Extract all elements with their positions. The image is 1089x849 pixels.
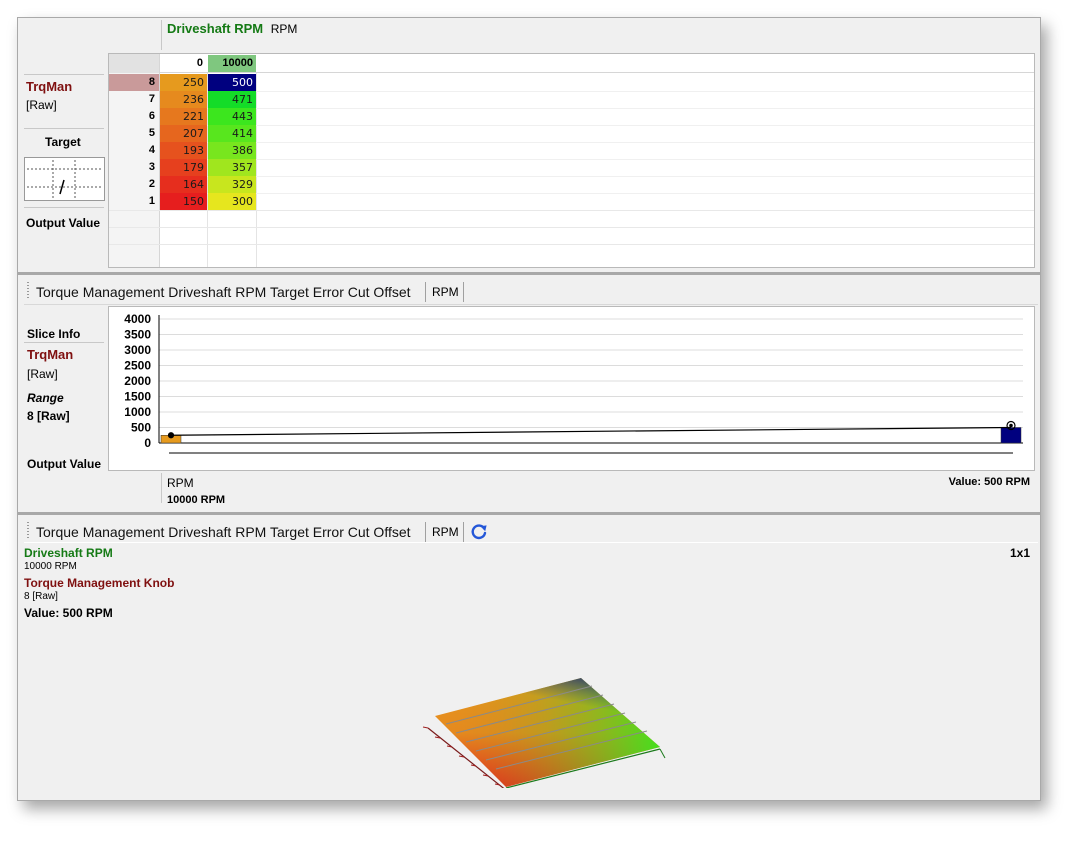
axis1-value: 10000 RPM: [24, 561, 77, 572]
table-cell[interactable]: 443: [208, 108, 256, 125]
table-cell[interactable]: 471: [208, 91, 256, 108]
y-axis-name: TrqMan: [26, 79, 73, 94]
row-header[interactable]: 4: [109, 142, 159, 159]
surface-3d-view[interactable]: [398, 648, 678, 796]
target-crosshair-icon[interactable]: [24, 157, 105, 201]
table-cell[interactable]: 414: [208, 125, 256, 142]
table-cell[interactable]: 250: [160, 74, 207, 91]
panel-title: Torque Management Driveshaft RPM Target …: [36, 524, 411, 540]
axis1-name: Driveshaft RPM: [24, 546, 113, 560]
panel-title: Torque Management Driveshaft RPM Target …: [36, 284, 411, 300]
row-header[interactable]: 7: [109, 91, 159, 108]
row-header[interactable]: 1: [109, 193, 159, 210]
range-label: Range: [27, 391, 64, 405]
drag-grip[interactable]: [27, 522, 29, 540]
y-tick-label: 4000: [124, 312, 151, 326]
application-window: Driveshaft RPM RPM TrqMan [Raw] Target O…: [17, 17, 1041, 801]
x-axis-unit: RPM: [270, 22, 298, 36]
row-header[interactable]: 2: [109, 176, 159, 193]
table-cell[interactable]: 207: [160, 125, 207, 142]
axis2-value: 8 [Raw]: [24, 591, 58, 602]
table-cell[interactable]: 300: [208, 193, 256, 210]
y-tick-label: 2500: [124, 359, 151, 373]
row-header[interactable]: 5: [109, 125, 159, 142]
y-tick-label: 3000: [124, 343, 151, 357]
range-value: 8 [Raw]: [27, 409, 70, 423]
row-header[interactable]: 3: [109, 159, 159, 176]
table-cell[interactable]: 329: [208, 176, 256, 193]
table-cell[interactable]: 236: [160, 91, 207, 108]
y-tick-label: 1500: [124, 390, 151, 404]
row-header[interactable]: 6: [109, 108, 159, 125]
y-tick-label: 1000: [124, 405, 151, 419]
x-axis-name: Driveshaft RPM: [167, 21, 264, 36]
grid-size: 1x1: [1009, 546, 1030, 560]
target-label: Target: [45, 135, 81, 149]
data-point: [167, 432, 175, 439]
table-cell[interactable]: 193: [160, 142, 207, 159]
slice-info-label: Slice Info: [27, 327, 81, 341]
panel-unit: RPM: [432, 285, 459, 299]
table-cell-selected[interactable]: 500: [208, 74, 256, 91]
axis2-name: Torque Management Knob: [24, 576, 175, 590]
x-axis-title: Driveshaft RPM RPM: [167, 21, 297, 36]
table-grid[interactable]: 0 10000 8 250 500 7 236 471 6 221 443 5 …: [108, 53, 1035, 268]
table-cell[interactable]: 386: [208, 142, 256, 159]
panel-unit: RPM: [432, 525, 459, 539]
refresh-icon[interactable]: [469, 522, 489, 542]
value-readout: Value: 500 RPM: [948, 476, 1030, 488]
header-divider: [161, 20, 162, 50]
drag-grip[interactable]: [27, 282, 29, 300]
table-cell[interactable]: 221: [160, 108, 207, 125]
output-value-label: Output Value: [26, 216, 101, 230]
y-tick-label: 2000: [124, 374, 151, 388]
y-tick-label: 500: [131, 421, 151, 435]
output-value-label: Output Value: [27, 457, 102, 471]
table-cell[interactable]: 179: [160, 159, 207, 176]
x-axis-unit: RPM: [167, 476, 194, 490]
x-axis-value: 10000 RPM: [167, 494, 226, 506]
slice-axis-name: TrqMan: [27, 347, 74, 362]
data-point-center: [1009, 423, 1013, 428]
surface-value: Value: 500 RPM: [24, 606, 113, 620]
row-header[interactable]: 8: [109, 74, 159, 91]
y-axis-unit: [Raw]: [26, 98, 57, 112]
y-tick-label: 3500: [124, 328, 151, 342]
series-line: [170, 426, 1012, 436]
slice-axis-unit: [Raw]: [27, 367, 58, 381]
panel-splitter[interactable]: [18, 512, 1040, 515]
panel-splitter[interactable]: [18, 272, 1040, 275]
column-header[interactable]: 0: [160, 54, 207, 73]
table-cell[interactable]: 357: [208, 159, 256, 176]
table-cell[interactable]: 164: [160, 176, 207, 193]
column-header-selected[interactable]: 10000: [208, 55, 256, 72]
line-chart-panel[interactable]: 4000 3500 3000 2500 2000 1500 1000 500 0: [108, 306, 1035, 471]
table-cell[interactable]: 150: [160, 193, 207, 210]
y-tick-label: 0: [144, 436, 151, 450]
line-chart[interactable]: 4000 35003000 25002000 15001000 5000: [109, 307, 1034, 470]
